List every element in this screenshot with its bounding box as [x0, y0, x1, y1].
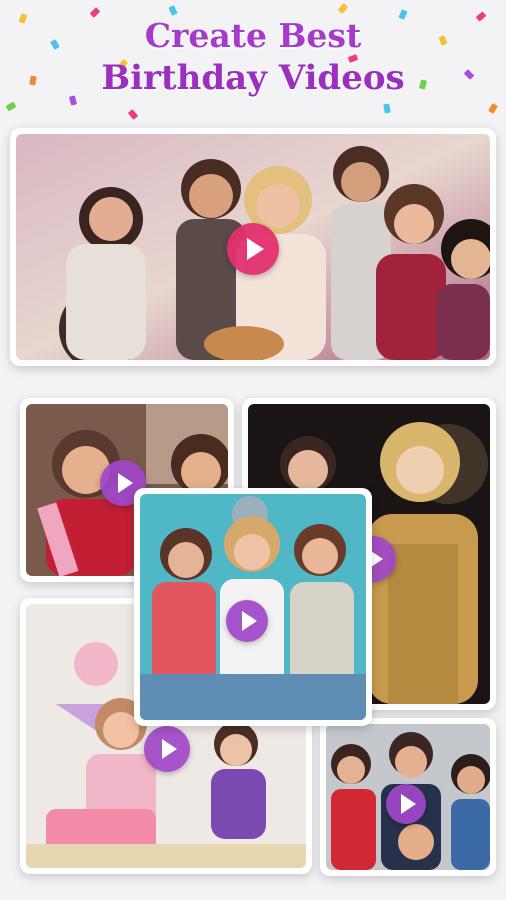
play-icon — [247, 238, 264, 260]
play-icon — [162, 739, 177, 759]
collage-play-button-5[interactable] — [386, 784, 426, 824]
collage-play-button-4[interactable] — [144, 726, 190, 772]
collage-video-card-3[interactable] — [134, 488, 372, 726]
collage-play-button-3[interactable] — [226, 600, 268, 642]
collage-video-card-5[interactable] — [320, 718, 496, 876]
hero-play-button[interactable] — [227, 223, 279, 275]
play-icon — [118, 473, 133, 493]
play-icon — [242, 611, 257, 631]
play-icon — [401, 794, 416, 814]
hero-video-card[interactable] — [10, 128, 496, 366]
headline: Create Best Birthday Videos — [0, 14, 506, 100]
headline-line-2: Birthday Videos — [101, 58, 405, 98]
headline-line-1: Create Best — [144, 16, 362, 55]
